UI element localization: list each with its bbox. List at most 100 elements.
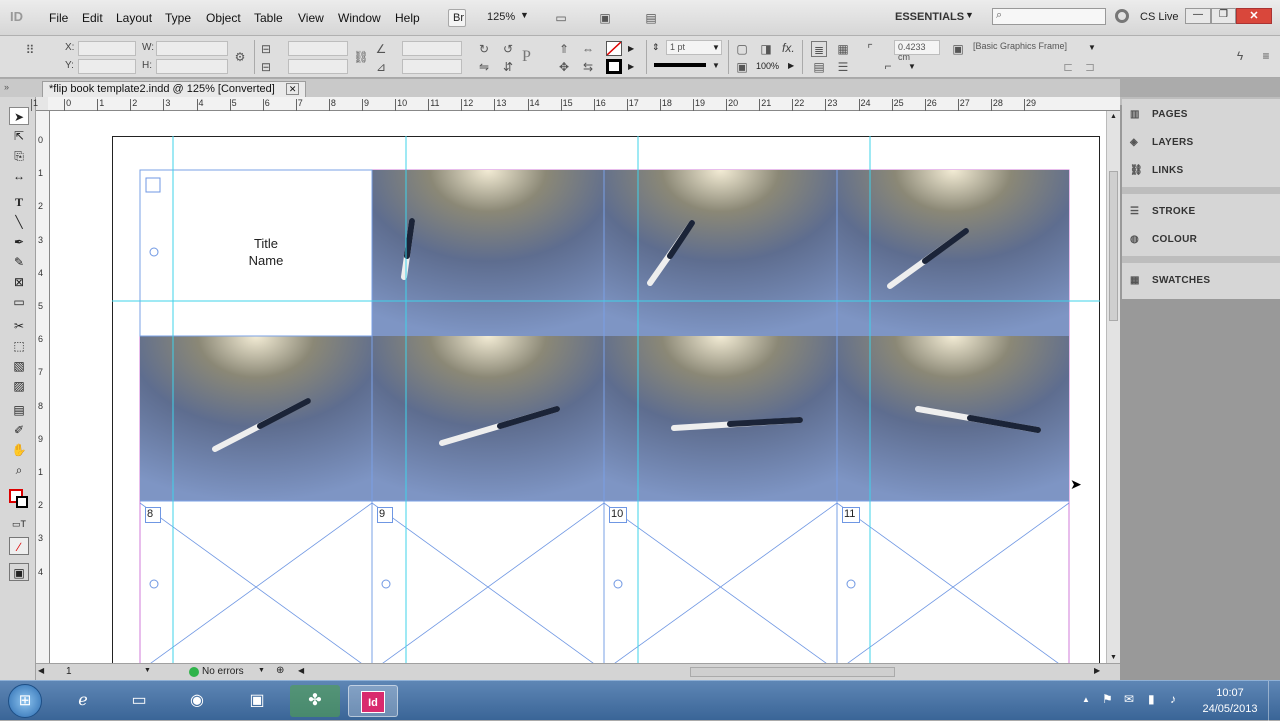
preflight-options-icon[interactable]: ⊕ <box>276 665 284 676</box>
pencil-tool-icon[interactable]: ✎ <box>9 253 29 271</box>
menu-type[interactable]: Type <box>165 11 191 25</box>
panel-stroke[interactable]: ☰ STROKE <box>1130 206 1195 217</box>
shear-field[interactable] <box>402 59 462 74</box>
line-tool-icon[interactable]: ╲ <box>9 213 29 231</box>
panel-pages[interactable]: ▥ PAGES <box>1130 109 1188 120</box>
panel-swatches[interactable]: ▦ SWATCHES <box>1130 275 1210 286</box>
text-wrap-shape-icon[interactable]: ▤ <box>811 59 827 75</box>
frame-number-11[interactable]: 11 <box>842 507 860 523</box>
scale-x-field[interactable] <box>288 41 348 56</box>
direct-selection-tool-icon[interactable]: ⇱ <box>9 127 29 145</box>
start-button[interactable]: ⊞ <box>8 684 42 718</box>
free-transform-tool-icon[interactable]: ⬚ <box>9 337 29 355</box>
scroll-left-icon[interactable]: ◀ <box>298 666 304 675</box>
select-next-icon[interactable]: ⇆ <box>580 59 596 75</box>
network-icon[interactable]: ▮ <box>1148 692 1155 706</box>
y-field[interactable] <box>78 59 136 74</box>
rotate-ccw-icon[interactable]: ↺ <box>500 41 516 57</box>
h-field[interactable] <box>156 59 228 74</box>
selection-tool-icon[interactable]: ➤ <box>9 107 29 125</box>
show-hidden-icons[interactable]: ▲ <box>1082 695 1090 704</box>
vertical-scroll-thumb[interactable] <box>1109 171 1118 321</box>
reference-point-icon[interactable]: ⠿ <box>22 42 38 58</box>
object-style-options-icon[interactable]: ⊐ <box>1082 59 1098 75</box>
menu-window[interactable]: Window <box>338 11 381 25</box>
link-scale-icon[interactable]: ⛓ <box>353 49 369 65</box>
restore-button[interactable]: ❐ <box>1211 8 1236 24</box>
zoom-select[interactable]: 125% <box>487 11 515 23</box>
horizontal-ruler[interactable]: 1 0 1 2 3 4 5 6 7 8 9 10 11 12 13 14 15 16 17 18 19 20 21 22 23 2… <box>31 97 1120 111</box>
scroll-up-icon[interactable]: ▲ <box>1110 113 1117 120</box>
object-style-select[interactable]: [Basic Graphics Frame] <box>970 40 1100 55</box>
shadow-icon[interactable]: ◨ <box>758 41 774 57</box>
opacity-arrow-icon[interactable]: ▶ <box>788 61 794 70</box>
menu-object[interactable]: Object <box>206 11 241 25</box>
action-center-icon[interactable]: ⚑ <box>1102 692 1113 706</box>
bridge-button[interactable]: Br <box>448 9 466 27</box>
clock-date[interactable]: 24/05/2013 <box>1196 703 1264 715</box>
gradient-feather-tool-icon[interactable]: ▨ <box>9 377 29 395</box>
zoom-tool-icon[interactable]: ⌕ <box>9 461 29 479</box>
hand-tool-icon[interactable]: ✋ <box>9 441 29 459</box>
opacity-value[interactable]: 100% <box>756 61 779 71</box>
clear-overrides-icon[interactable]: ⊏ <box>1060 59 1076 75</box>
vertical-scrollbar[interactable]: ▲ ▼ <box>1106 111 1120 663</box>
formatting-container-icon[interactable]: ▭T <box>9 515 29 533</box>
document-tab[interactable]: *flip book template2.indd @ 125% [Conver… <box>42 81 307 97</box>
stroke-swatch[interactable] <box>606 59 622 74</box>
stroke-arrow-icon[interactable]: ▶ <box>628 62 634 71</box>
lightning-icon[interactable]: ϟ <box>1232 48 1248 64</box>
screen-mode-tool-icon[interactable]: ▣ <box>9 563 29 581</box>
menu-file[interactable]: File <box>49 11 68 25</box>
constrain-proportions-icon[interactable]: ⚙ <box>232 49 248 65</box>
pen-tool-icon[interactable]: ✒ <box>9 233 29 251</box>
chrome-icon[interactable]: ◉ <box>172 685 222 717</box>
scroll-down-icon[interactable]: ▼ <box>1110 654 1117 661</box>
cs-live-button[interactable]: CS Live <box>1140 11 1179 23</box>
document-canvas[interactable]: Title Name 8 9 10 11 ➤ <box>50 111 1106 663</box>
scale-y-field[interactable] <box>288 59 348 74</box>
workspace-switcher[interactable]: ESSENTIALS <box>895 11 964 23</box>
file-explorer-icon[interactable]: ▭ <box>114 685 164 717</box>
collapse-toolbox-icon[interactable]: » <box>4 82 9 92</box>
desktop-app-icon[interactable]: ▣ <box>232 685 282 717</box>
apply-none-icon[interactable]: ∕ <box>9 537 29 555</box>
menu-help[interactable]: Help <box>395 11 420 25</box>
flip-horizontal-icon[interactable]: ⇋ <box>476 59 492 75</box>
x-field[interactable] <box>78 41 136 56</box>
search-input[interactable] <box>992 8 1106 25</box>
panel-layers[interactable]: ◈ LAYERS <box>1130 137 1193 148</box>
rectangle-tool-icon[interactable]: ▭ <box>9 293 29 311</box>
select-previous-icon[interactable]: ✥ <box>556 59 572 75</box>
screen-mode-icon[interactable]: ▣ <box>597 10 613 26</box>
corner-options-icon[interactable]: ⌐ <box>880 58 896 74</box>
close-tab-icon[interactable]: ✕ <box>285 83 300 95</box>
text-wrap-none-icon[interactable]: ≣ <box>811 41 827 57</box>
menu-view[interactable]: View <box>298 11 324 25</box>
clock-time[interactable]: 10:07 <box>1200 687 1260 699</box>
eyedropper-tool-icon[interactable]: ✐ <box>9 421 29 439</box>
fill-arrow-icon[interactable]: ▶ <box>628 44 634 53</box>
text-wrap-jump-icon[interactable]: ☰ <box>835 59 851 75</box>
rectangle-frame-tool-icon[interactable]: ⊠ <box>9 273 29 291</box>
horizontal-scroll-thumb[interactable] <box>690 667 895 677</box>
show-desktop-button[interactable] <box>1268 681 1280 721</box>
vertical-ruler[interactable]: 0 1 2 3 4 5 6 7 8 9 1 2 3 4 <box>36 111 50 663</box>
stroke-weight-stepper[interactable]: ⇕ <box>652 42 660 53</box>
select-content-icon[interactable]: ⇔ <box>580 41 596 57</box>
scissors-tool-icon[interactable]: ✂ <box>9 317 29 335</box>
minimize-button[interactable]: — <box>1185 8 1211 24</box>
scroll-right-icon[interactable]: ▶ <box>1094 666 1100 675</box>
panel-links[interactable]: ⛓ LINKS <box>1130 165 1184 176</box>
volume-icon[interactable]: ♪ <box>1170 692 1176 706</box>
stroke-type-chevron-icon[interactable]: ▼ <box>712 61 720 70</box>
title-name-text-frame[interactable]: Title Name <box>230 235 302 269</box>
frame-number-8[interactable]: 8 <box>145 507 161 523</box>
gradient-tool-icon[interactable]: ▧ <box>9 357 29 375</box>
rotate-field[interactable] <box>402 41 462 56</box>
tray-app-icon[interactable]: ✉ <box>1124 692 1134 706</box>
text-wrap-box-icon[interactable]: ▦ <box>835 41 851 57</box>
effects-icon[interactable]: ▢ <box>734 41 750 57</box>
flip-vertical-icon[interactable]: ⇵ <box>500 59 516 75</box>
rotate-cw-icon[interactable]: ↻ <box>476 41 492 57</box>
